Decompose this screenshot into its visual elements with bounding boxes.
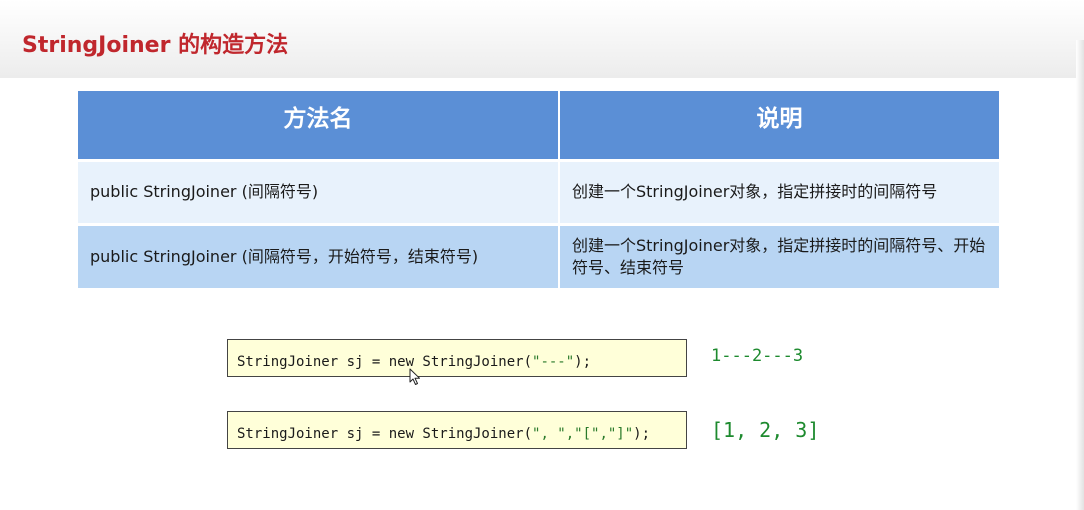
code-prefix: StringJoiner sj = new StringJoiner( <box>237 354 533 370</box>
code-string-args: ", ","[","]" <box>532 426 634 442</box>
header-description: 说明 <box>559 91 999 160</box>
slide-title: StringJoiner 的构造方法 <box>22 33 289 58</box>
mouse-pointer-icon <box>409 368 420 385</box>
code-example-prefix-suffix: StringJoiner sj = new StringJoiner(", ",… <box>227 411 687 449</box>
slide-edge-shadow <box>1076 40 1084 510</box>
table-row: public StringJoiner (间隔符号) 创建一个StringJoi… <box>78 158 999 224</box>
method-signature: public StringJoiner (间隔符号) <box>78 158 560 224</box>
code-prefix: StringJoiner sj = new StringJoiner( <box>237 426 533 442</box>
example-output: [1, 2, 3] <box>711 418 820 442</box>
code-example-separator: StringJoiner sj = new StringJoiner("---"… <box>227 339 687 377</box>
method-signature: public StringJoiner (间隔符号，开始符号，结束符号) <box>78 222 560 288</box>
constructor-table: 方法名 说明 public StringJoiner (间隔符号) 创建一个St… <box>78 91 999 288</box>
table-header-row: 方法名 说明 <box>78 91 999 160</box>
method-description: 创建一个StringJoiner对象，指定拼接时的间隔符号 <box>559 158 999 224</box>
code-string-args: "---" <box>532 354 575 370</box>
method-description: 创建一个StringJoiner对象，指定拼接时的间隔符号、开始符号、结束符号 <box>559 222 999 288</box>
code-suffix: ); <box>574 354 592 370</box>
header-method-name: 方法名 <box>78 91 560 160</box>
code-suffix: ); <box>633 426 651 442</box>
example-output: 1---2---3 <box>711 346 804 366</box>
table-row: public StringJoiner (间隔符号，开始符号，结束符号) 创建一… <box>78 222 999 288</box>
